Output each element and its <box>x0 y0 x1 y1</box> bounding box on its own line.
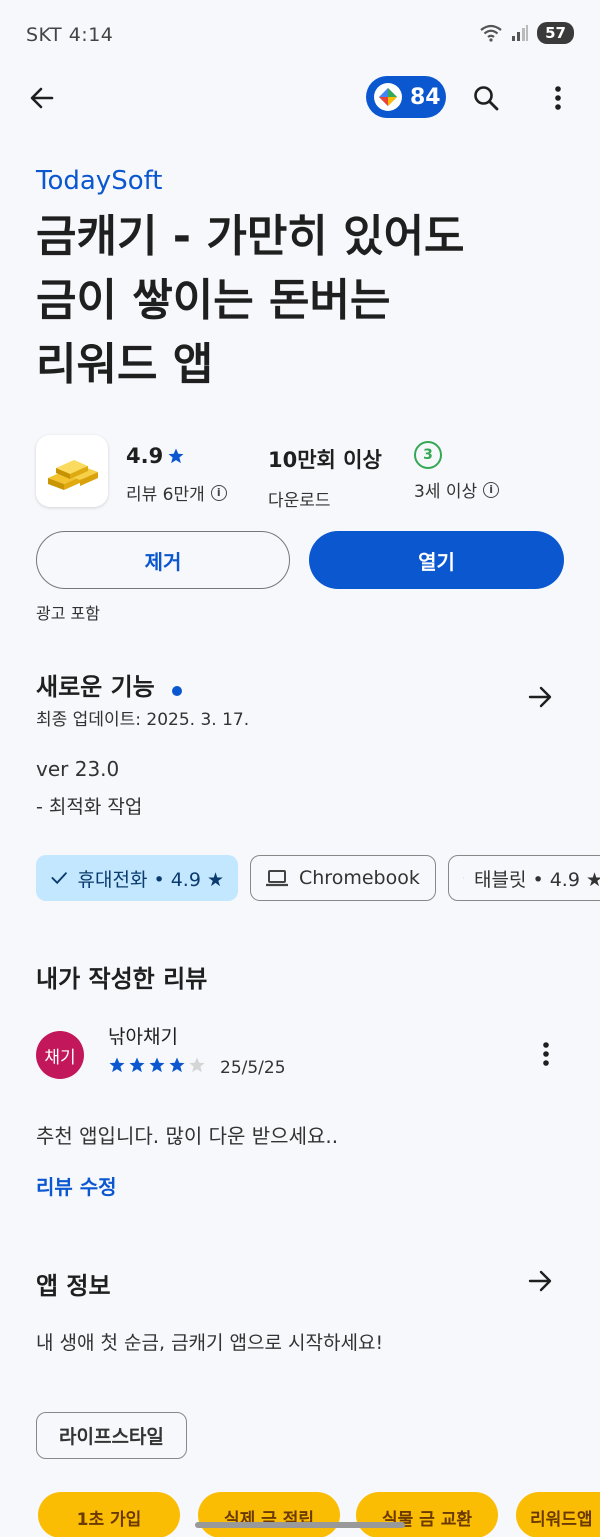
play-points-value: 84 <box>410 84 441 110</box>
app-title-line: 금이 쌓이는 돈버는 <box>36 275 391 326</box>
age-rating-badge: 3 <box>414 441 442 469</box>
review-text: 추천 앱입니다. 많이 다운 받으세요.. <box>36 1124 339 1148</box>
app-title-line: 금캐기 - 가만히 있어도 <box>36 211 465 262</box>
gold-bars-icon <box>48 460 98 490</box>
app-title: 금캐기 - 가만히 있어도 금이 쌓이는 돈버는 리워드 앱 <box>36 205 556 397</box>
edit-review-link[interactable]: 리뷰 수정 <box>36 1171 117 1200</box>
last-updated: 최종 업데이트: 2025. 3. 17. <box>36 710 250 730</box>
update-note: - 최적화 작업 <box>36 796 143 818</box>
clock-label: 4:14 <box>68 24 114 46</box>
info-icon: i <box>483 481 500 498</box>
app-info-title: 앱 정보 <box>36 1272 111 1300</box>
back-button[interactable] <box>20 76 64 120</box>
downloads-value: 10만회 이상 <box>268 448 382 472</box>
star-filled-icon <box>149 1057 165 1073</box>
app-title-line: 리워드 앱 <box>36 339 214 390</box>
device-chip-label: 휴대전화 • 4.9 ★ <box>77 868 225 891</box>
uninstall-button[interactable]: 제거 <box>36 531 290 589</box>
contains-ads-note: 광고 포함 <box>36 604 100 623</box>
more-vert-icon <box>543 1042 549 1066</box>
downloads-stat: 10만회 이상 다운로드 <box>268 444 382 511</box>
downloads-label: 다운로드 <box>268 491 331 511</box>
arrow-left-icon <box>30 87 54 109</box>
arrow-right-icon <box>528 686 552 708</box>
app-icon <box>36 435 108 507</box>
reviews-count-row: 리뷰 6만개 i <box>126 480 227 505</box>
app-info-arrow-button[interactable] <box>516 1257 564 1305</box>
rating-value: 4.9 <box>126 444 164 468</box>
app-description: 내 생애 첫 순금, 금캐기 앱으로 시작하세요! <box>36 1332 384 1354</box>
my-review-title: 내가 작성한 리뷰 <box>36 965 208 993</box>
star-filled-icon <box>169 1057 185 1073</box>
whats-new-header[interactable]: 새로운 기능 <box>36 667 182 702</box>
status-carrier-time: SKT 4:14 <box>26 24 113 46</box>
home-indicator[interactable] <box>195 1522 405 1528</box>
star-filled-icon <box>109 1057 125 1073</box>
device-chip-tablet[interactable]: 태블릿 • 4.9 ★ <box>448 855 600 901</box>
review-date: 25/5/25 <box>220 1058 286 1078</box>
more-options-button[interactable] <box>536 76 580 120</box>
age-rating-label: 3세 이상 <box>414 482 478 502</box>
tablet-icon <box>463 877 464 879</box>
search-icon <box>474 86 499 111</box>
check-icon <box>51 872 67 885</box>
device-chip-phone[interactable]: 휴대전화 • 4.9 ★ <box>36 855 238 901</box>
review-author: 낚아채기 <box>108 1026 178 1048</box>
device-chip-chromebook[interactable]: Chromebook <box>250 855 436 901</box>
star-empty-icon <box>189 1057 205 1073</box>
developer-link[interactable]: TodaySoft <box>36 166 163 196</box>
review-stars <box>108 1056 206 1074</box>
promo-tag: 1초 가입 <box>38 1492 180 1537</box>
more-vert-icon <box>555 86 561 110</box>
status-bar: SKT 4:14 57 <box>0 0 600 72</box>
whats-new-arrow-button[interactable] <box>516 673 564 721</box>
device-chip-label: Chromebook <box>299 867 420 889</box>
age-rating-stat[interactable]: 3 3세 이상 i <box>414 441 500 502</box>
signal-icon <box>512 25 529 41</box>
rating-stat[interactable]: 4.9 리뷰 6만개 i <box>126 444 227 505</box>
open-button[interactable]: 열기 <box>309 531 564 589</box>
age-rating-row: 3세 이상 i <box>414 477 500 502</box>
rating-value-row: 4.9 <box>126 444 227 468</box>
device-chip-label: 태블릿 • 4.9 ★ <box>473 868 600 891</box>
search-button[interactable] <box>464 76 508 120</box>
promo-tag: 실제 금 적립 <box>198 1492 340 1537</box>
star-filled-icon <box>129 1057 145 1073</box>
whats-new-title: 새로운 기능 <box>36 673 155 701</box>
category-chip[interactable]: 라이프스타일 <box>36 1412 187 1459</box>
review-more-button[interactable] <box>524 1032 568 1076</box>
promo-tag: 실물 금 교환 <box>356 1492 498 1537</box>
carrier-label: SKT <box>26 24 63 46</box>
info-icon: i <box>210 484 227 501</box>
avatar: 채기 <box>36 1031 84 1079</box>
battery-indicator: 57 <box>537 22 574 44</box>
play-points-chip[interactable]: 84 <box>366 76 446 118</box>
laptop-icon <box>266 870 288 887</box>
arrow-right-icon <box>528 1270 552 1292</box>
wifi-icon <box>480 24 502 42</box>
version-text: ver 23.0 <box>36 757 120 781</box>
promo-tag: 리워드앱 <box>516 1492 600 1537</box>
status-icons: 57 <box>479 22 574 44</box>
new-indicator-dot <box>171 685 182 696</box>
star-icon <box>168 448 184 464</box>
reviews-count: 리뷰 6만개 <box>126 485 205 505</box>
play-points-icon <box>374 83 402 111</box>
